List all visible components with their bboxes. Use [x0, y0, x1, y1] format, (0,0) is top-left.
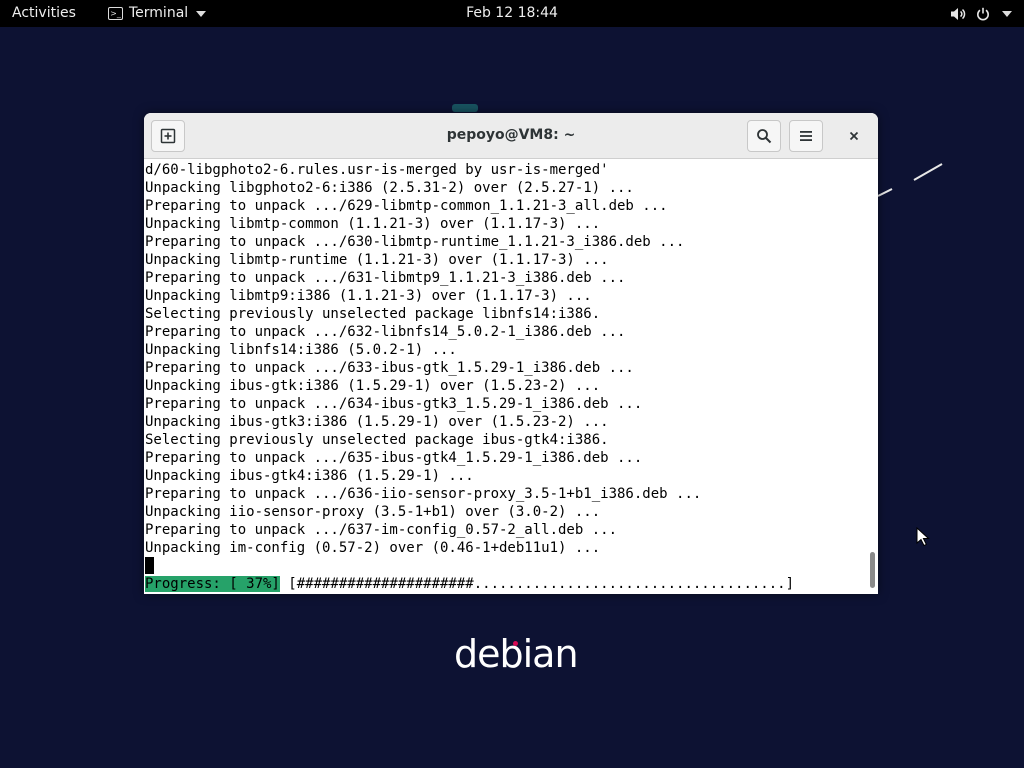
- progress-bar: [#####################..................…: [279, 576, 795, 592]
- window-title: pepoyo@VM8: ~: [446, 127, 576, 143]
- new-tab-icon: [160, 128, 176, 144]
- background-smudge: [452, 104, 478, 112]
- close-button[interactable]: [837, 120, 871, 152]
- terminal-scrollbar[interactable]: [868, 159, 878, 594]
- debian-logo-text: debian: [454, 632, 579, 676]
- terminal-line: Preparing to unpack .../633-ibus-gtk_1.5…: [145, 360, 634, 376]
- activities-button[interactable]: Activities: [12, 0, 76, 27]
- terminal-line: Selecting previously unselected package …: [145, 432, 609, 448]
- activities-label: Activities: [12, 5, 76, 21]
- hamburger-menu-icon: [800, 131, 812, 141]
- terminal-line: Unpacking im-config (0.57-2) over (0.46-…: [145, 540, 601, 556]
- close-icon: [849, 131, 859, 141]
- app-menu-label: Terminal: [129, 5, 189, 21]
- terminal-line: Unpacking libnfs14:i386 (5.0.2-1) ...: [145, 342, 457, 358]
- new-tab-button[interactable]: [151, 120, 185, 152]
- terminal-line: d/60-libgphoto2-6.rules.usr-is-merged by…: [145, 162, 609, 178]
- terminal-line: Unpacking ibus-gtk4:i386 (1.5.29-1) ...: [145, 468, 474, 484]
- clock[interactable]: Feb 12 18:44: [466, 5, 558, 21]
- terminal-window[interactable]: pepoyo@VM8: ~ d/60-libgphoto2-6.rules.us…: [144, 113, 878, 594]
- terminal-line: Preparing to unpack .../636-iio-sensor-p…: [145, 486, 702, 502]
- mouse-pointer-icon: [916, 527, 930, 547]
- system-tray[interactable]: [950, 0, 1012, 27]
- search-button[interactable]: [747, 120, 781, 152]
- power-icon: [977, 7, 989, 20]
- chevron-down-icon: [196, 10, 207, 17]
- volume-icon: [951, 7, 966, 20]
- search-icon: [757, 129, 772, 144]
- terminal-line: Preparing to unpack .../631-libmtp9_1.1.…: [145, 270, 626, 286]
- debian-logo: debian: [454, 632, 579, 692]
- terminal-line: Unpacking libmtp9:i386 (1.1.21-3) over (…: [145, 288, 592, 304]
- terminal-line: Unpacking ibus-gtk3:i386 (1.5.29-1) over…: [145, 414, 609, 430]
- terminal-line: Preparing to unpack .../630-libmtp-runti…: [145, 234, 685, 250]
- terminal-icon: >_: [108, 7, 123, 20]
- terminal-line: Preparing to unpack .../637-im-config_0.…: [145, 522, 618, 538]
- terminal-line: Unpacking ibus-gtk:i386 (1.5.29-1) over …: [145, 378, 601, 394]
- main-menu-button[interactable]: [789, 120, 823, 152]
- terminal-line: Preparing to unpack .../629-libmtp-commo…: [145, 198, 668, 214]
- top-bar: Activities >_ Terminal Feb 12 18:44: [0, 0, 1024, 27]
- debian-logo-dot: [513, 641, 518, 646]
- app-menu-terminal[interactable]: >_ Terminal: [108, 0, 207, 27]
- terminal-line: Unpacking libgphoto2-6:i386 (2.5.31-2) o…: [145, 180, 634, 196]
- terminal-output[interactable]: d/60-libgphoto2-6.rules.usr-is-merged by…: [144, 159, 868, 594]
- terminal-line: Preparing to unpack .../634-ibus-gtk3_1.…: [145, 396, 643, 412]
- background-streak: [878, 163, 943, 197]
- terminal-line: Selecting previously unselected package …: [145, 306, 601, 322]
- terminal-line: Preparing to unpack .../635-ibus-gtk4_1.…: [145, 450, 643, 466]
- terminal-line: Unpacking iio-sensor-proxy (3.5-1+b1) ov…: [145, 504, 601, 520]
- scrollbar-thumb[interactable]: [870, 552, 875, 588]
- chevron-down-icon: [1002, 10, 1012, 17]
- terminal-line: Preparing to unpack .../632-libnfs14_5.0…: [145, 324, 626, 340]
- terminal-line: Unpacking libmtp-common (1.1.21-3) over …: [145, 216, 601, 232]
- text-cursor: [145, 557, 154, 574]
- progress-label: Progress: [ 37%]: [145, 576, 280, 592]
- window-headerbar[interactable]: pepoyo@VM8: ~: [144, 113, 878, 159]
- terminal-line: Unpacking libmtp-runtime (1.1.21-3) over…: [145, 252, 609, 268]
- progress-row: Progress: [ 37%] [#####################.…: [145, 575, 794, 593]
